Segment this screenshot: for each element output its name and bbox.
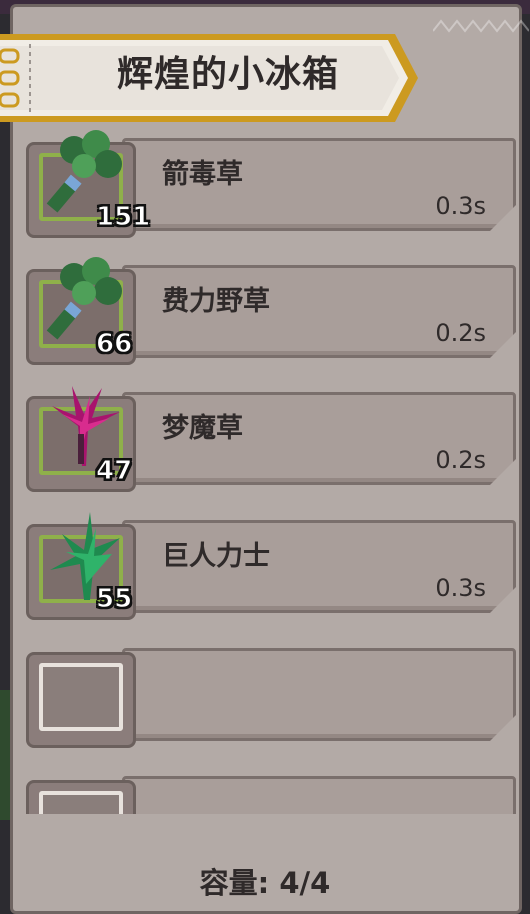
item-name: 梦魔草 <box>162 413 243 444</box>
item-count: 151 <box>95 202 151 233</box>
page-title: 辉煌的小冰箱 <box>116 54 339 95</box>
item-name: 巨人力士 <box>162 541 270 572</box>
empty-slot-partial[interactable] <box>22 770 516 814</box>
empty-slot[interactable] <box>22 642 516 756</box>
decorative-pattern <box>433 19 529 33</box>
item-count: 66 <box>95 329 133 360</box>
item-time: 0.2s <box>435 319 486 347</box>
item-row-bar <box>122 648 516 741</box>
item-slot-3[interactable]: 47 梦魔草 0.2s <box>22 386 516 500</box>
item-name: 箭毒草 <box>162 159 243 190</box>
item-time: 0.2s <box>435 446 486 474</box>
item-slot-1[interactable]: 151 箭毒草 0.3s <box>22 130 516 246</box>
item-name: 费力野草 <box>162 286 270 317</box>
item-slot-4[interactable]: 55 巨人力士 0.3s <box>22 512 516 628</box>
item-time: 0.3s <box>435 574 486 602</box>
item-time: 0.3s <box>435 192 486 220</box>
item-count: 55 <box>95 584 133 615</box>
item-row-bar <box>122 776 516 814</box>
item-count: 47 <box>95 456 133 487</box>
item-icon-frame <box>26 780 136 814</box>
capacity-label: 容量: 4/4 <box>199 866 331 900</box>
item-slot-2[interactable]: 66 费力野草 0.2s <box>22 257 516 373</box>
item-icon-frame <box>26 652 136 748</box>
